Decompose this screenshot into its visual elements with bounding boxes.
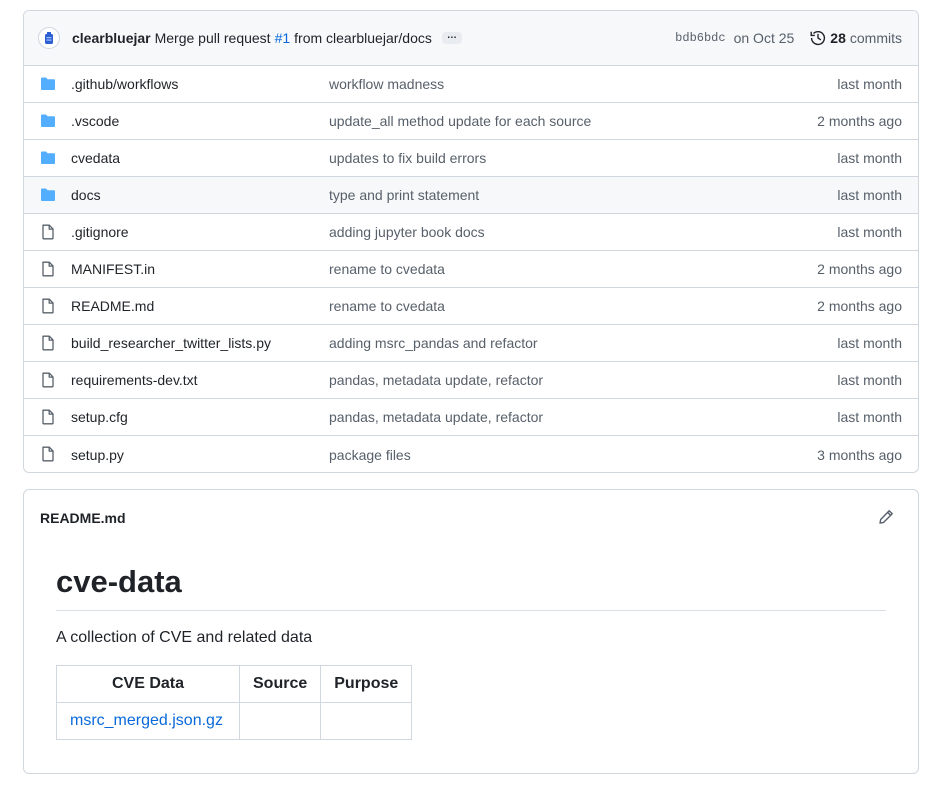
file-row[interactable]: requirements-dev.txt pandas, metadata upd… xyxy=(24,362,918,399)
table-header-row: CVE Data Source Purpose xyxy=(56,665,413,704)
commit-date: on Oct 25 xyxy=(733,30,795,46)
file-name-link[interactable]: build_researcher_twitter_lists.py xyxy=(71,335,271,351)
file-row[interactable]: cvedata updates to fix build errors last m… xyxy=(24,140,918,177)
table-cell xyxy=(320,702,413,741)
file-commit-message-link[interactable]: type and print statement xyxy=(329,187,479,203)
file-age: last month xyxy=(837,76,902,92)
file-age: last month xyxy=(837,187,902,203)
expand-commit-button[interactable]: … xyxy=(441,31,462,44)
file-name-link[interactable]: docs xyxy=(71,187,101,203)
author-avatar[interactable] xyxy=(38,27,60,49)
file-age: last month xyxy=(837,150,902,166)
file-icon xyxy=(40,261,56,277)
file-name-link[interactable]: cvedata xyxy=(71,150,120,166)
readme-content: cve-data A collection of CVE and related… xyxy=(24,545,918,741)
file-list: .github/workflows workflow madness last mo… xyxy=(24,66,918,472)
file-commit-message-link[interactable]: updates to fix build errors xyxy=(329,150,486,166)
file-row[interactable]: build_researcher_twitter_lists.py adding … xyxy=(24,325,918,362)
file-commit-message-link[interactable]: rename to cvedata xyxy=(329,261,445,277)
file-age: 2 months ago xyxy=(817,298,902,314)
file-age: last month xyxy=(837,372,902,388)
table-header-purpose: Purpose xyxy=(320,665,413,704)
file-name-link[interactable]: requirements-dev.txt xyxy=(71,372,198,388)
file-commit-message-link[interactable]: workflow madness xyxy=(329,76,444,92)
file-commit-message-link[interactable]: update_all method update for each source xyxy=(329,113,591,129)
file-name-link[interactable]: .gitignore xyxy=(71,224,129,240)
folder-icon xyxy=(40,76,56,92)
commit-message-prefix[interactable]: Merge pull request xyxy=(155,30,271,46)
folder-icon xyxy=(40,187,56,203)
file-commit-message-link[interactable]: pandas, metadata update, refactor xyxy=(329,372,543,388)
commit-message-suffix[interactable]: from clearbluejar/docs xyxy=(294,30,432,46)
file-row[interactable]: .vscode update_all method update for each… xyxy=(24,103,918,140)
readme-header: README.md xyxy=(24,490,918,545)
table-row: msrc_merged.json.gz xyxy=(56,702,413,741)
commit-count[interactable]: 28 xyxy=(830,30,846,46)
history-icon xyxy=(810,30,826,46)
file-name-link[interactable]: .vscode xyxy=(71,113,119,129)
folder-icon xyxy=(40,113,56,129)
file-row[interactable]: docs type and print statement last month xyxy=(24,177,918,214)
file-commit-message-link[interactable]: adding jupyter book docs xyxy=(329,224,485,240)
file-icon xyxy=(40,446,56,462)
file-icon xyxy=(40,224,56,240)
file-age: last month xyxy=(837,224,902,240)
file-age: last month xyxy=(837,409,902,425)
table-cell: msrc_merged.json.gz xyxy=(56,702,240,741)
file-row[interactable]: README.md rename to cvedata 2 months ago xyxy=(24,288,918,325)
file-icon xyxy=(40,335,56,351)
file-name-link[interactable]: .github/workflows xyxy=(71,76,178,92)
readme-panel: README.md cve-data A collection of CVE a… xyxy=(23,489,919,774)
file-name-link[interactable]: MANIFEST.in xyxy=(71,261,155,277)
file-age: 3 months ago xyxy=(817,446,902,463)
commits-label[interactable]: commits xyxy=(850,30,902,46)
commit-author[interactable]: clearbluejar xyxy=(72,30,151,46)
latest-commit-bar: clearbluejar Merge pull request #1 from … xyxy=(24,11,918,66)
file-row[interactable]: setup.cfg pandas, metadata update, refact… xyxy=(24,399,918,436)
file-commit-message-link[interactable]: adding msrc_pandas and refactor xyxy=(329,335,538,351)
commit-sha[interactable]: bdb6bdc xyxy=(675,31,725,45)
file-browser: clearbluejar Merge pull request #1 from … xyxy=(23,10,919,473)
file-row[interactable]: .github/workflows workflow madness last mo… xyxy=(24,66,918,103)
pr-link[interactable]: #1 xyxy=(275,30,291,46)
avatar-icon xyxy=(45,32,53,44)
file-icon xyxy=(40,409,56,425)
table-header-source: Source xyxy=(238,665,322,704)
table-cell xyxy=(238,702,322,741)
file-commit-message-link[interactable]: pandas, metadata update, refactor xyxy=(329,409,543,425)
readme-heading: cve-data xyxy=(56,563,886,612)
file-name-link[interactable]: README.md xyxy=(71,298,154,314)
readme-table: CVE Data Source Purpose msrc_merged.json… xyxy=(56,665,413,741)
pencil-icon[interactable] xyxy=(878,509,894,525)
msrc-merged-link[interactable]: msrc_merged.json.gz xyxy=(70,712,223,729)
file-row[interactable]: setup.py package files 3 months ago xyxy=(24,436,918,472)
file-name-link[interactable]: setup.cfg xyxy=(71,409,128,425)
file-icon xyxy=(40,298,56,314)
table-header-cve-data: CVE Data xyxy=(56,665,240,704)
file-age: 2 months ago xyxy=(817,113,902,129)
file-name-link[interactable]: setup.py xyxy=(71,447,124,463)
readme-paragraph: A collection of CVE and related data xyxy=(56,629,313,647)
readme-filename[interactable]: README.md xyxy=(40,510,126,526)
file-icon xyxy=(40,372,56,388)
folder-icon xyxy=(40,150,56,166)
file-commit-message-link[interactable]: rename to cvedata xyxy=(329,298,445,314)
file-row[interactable]: .gitignore adding jupyter book docs last m… xyxy=(24,214,918,251)
file-commit-message-link[interactable]: package files xyxy=(329,447,411,463)
file-age: 2 months ago xyxy=(817,261,902,277)
file-row[interactable]: MANIFEST.in rename to cvedata 2 months ago xyxy=(24,251,918,288)
file-age: last month xyxy=(837,335,902,351)
